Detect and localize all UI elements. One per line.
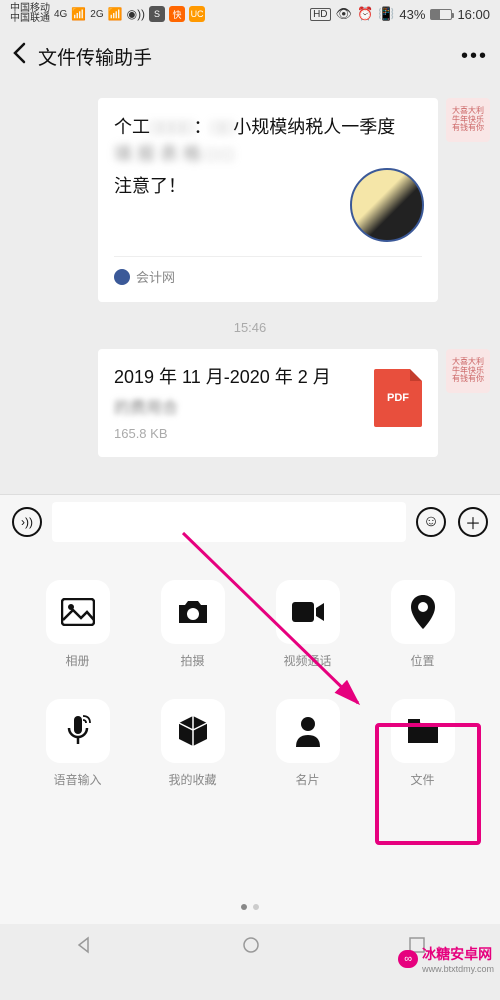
status-right: HD 👁 ⏰ 📳 43% 16:00 [310,6,490,22]
attach-album[interactable]: 相册 [33,580,123,669]
dot [253,904,259,910]
message-row-1: 个工□□□□：□□小规模纳税人一季度 填 报 表 格 □ □ 注意了！ 会计网 … [10,98,490,302]
attach-label: 语音输入 [53,771,101,788]
article-title: 个工□□□□：□□小规模纳税人一季度 填 报 表 格 □ □ [114,114,422,168]
watermark-badge: ∞ [398,950,418,968]
signal-4g: 4G [54,9,67,20]
image-icon [46,580,110,644]
alarm-icon: ⏰ [357,6,373,22]
video-icon [276,580,340,644]
attach-label: 拍摄 [180,652,204,669]
pdf-icon: PDF [374,369,422,427]
attach-label: 位置 [410,652,434,669]
file-subtitle: 的费用合 [114,394,362,418]
signal-2g: 2G [90,9,103,20]
file-card[interactable]: 2019 年 11 月-2020 年 2 月 的费用合 165.8 KB PDF [98,349,438,457]
more-button[interactable]: ••• [461,45,488,68]
cube-icon [161,699,225,763]
dot-active [241,904,247,910]
app-icon-2: 快 [169,6,185,22]
attach-label: 视频通话 [283,652,331,669]
carrier-block: 中国移动 中国联通 [10,4,50,24]
sys-home-button[interactable] [241,935,261,960]
avatar[interactable]: 大喜大利牛年快乐有钱有你 [446,98,490,142]
attach-contactcard[interactable]: 名片 [263,699,353,788]
microphone-icon [46,699,110,763]
attach-label: 相册 [65,652,89,669]
wifi-icon: ◉)) [127,7,145,21]
article-source-row: 会计网 [114,256,422,286]
attach-row-1: 相册 拍摄 视频通话 位置 [20,580,480,669]
avatar[interactable]: 大喜大利牛年快乐有钱有你 [446,349,490,393]
signal-bars-icon: 📶 [71,7,86,21]
attach-camera[interactable]: 拍摄 [148,580,238,669]
nav-bar: 文件传输助手 ••• [0,28,500,84]
file-size: 165.8 KB [114,426,362,441]
page-title: 文件传输助手 [38,43,461,70]
hd-icon: HD [310,8,330,21]
attach-label: 名片 [295,771,319,788]
app-icon-1: S [149,6,165,22]
attach-location[interactable]: 位置 [378,580,468,669]
watermark: ∞ 冰糖安卓网 www.btxtdmy.com [398,944,494,974]
message-input[interactable] [52,502,406,542]
annotation-highlight [375,723,481,845]
page-indicator [0,904,500,910]
emoji-button[interactable]: ☺ [414,505,448,539]
watermark-text: 冰糖安卓网 [422,944,494,964]
input-bar: ›)) ☺ ＋ [0,494,500,548]
status-bar: 中国移动 中国联通 4G 📶 2G 📶 ◉)) S 快 UC HD 👁 ⏰ 📳 … [0,0,500,28]
attach-label: 我的收藏 [168,771,216,788]
attach-favorites[interactable]: 我的收藏 [148,699,238,788]
camera-icon [161,580,225,644]
clock-time: 16:00 [457,7,490,22]
back-button[interactable] [12,42,26,71]
person-icon [276,699,340,763]
vibrate-icon: 📳 [378,6,394,22]
eye-icon: 👁 [336,6,353,22]
voice-toggle-button[interactable]: ›)) [10,505,44,539]
battery-pct: 43% [399,7,425,22]
watermark-url: www.btxtdmy.com [422,964,494,974]
article-source: 会计网 [136,267,175,286]
message-row-2: 2019 年 11 月-2020 年 2 月 的费用合 165.8 KB PDF… [10,349,490,457]
file-title: 2019 年 11 月-2020 年 2 月 [114,365,362,390]
attach-videocall[interactable]: 视频通话 [263,580,353,669]
location-pin-icon [391,580,455,644]
app-icon-3: UC [189,6,205,22]
article-thumbnail [350,168,424,242]
article-card[interactable]: 个工□□□□：□□小规模纳税人一季度 填 报 表 格 □ □ 注意了！ 会计网 [98,98,438,302]
chat-area: 个工□□□□：□□小规模纳税人一季度 填 报 表 格 □ □ 注意了！ 会计网 … [0,98,500,457]
attach-plus-button[interactable]: ＋ [456,505,490,539]
status-left: 中国移动 中国联通 4G 📶 2G 📶 ◉)) S 快 UC [10,4,205,24]
signal-bars-icon-2: 📶 [108,7,123,21]
timestamp: 15:46 [10,320,490,335]
battery-icon [430,9,452,20]
sys-back-button[interactable] [74,935,94,960]
source-icon [114,269,130,285]
attach-voiceinput[interactable]: 语音输入 [33,699,123,788]
carrier-2: 中国联通 [10,14,50,24]
